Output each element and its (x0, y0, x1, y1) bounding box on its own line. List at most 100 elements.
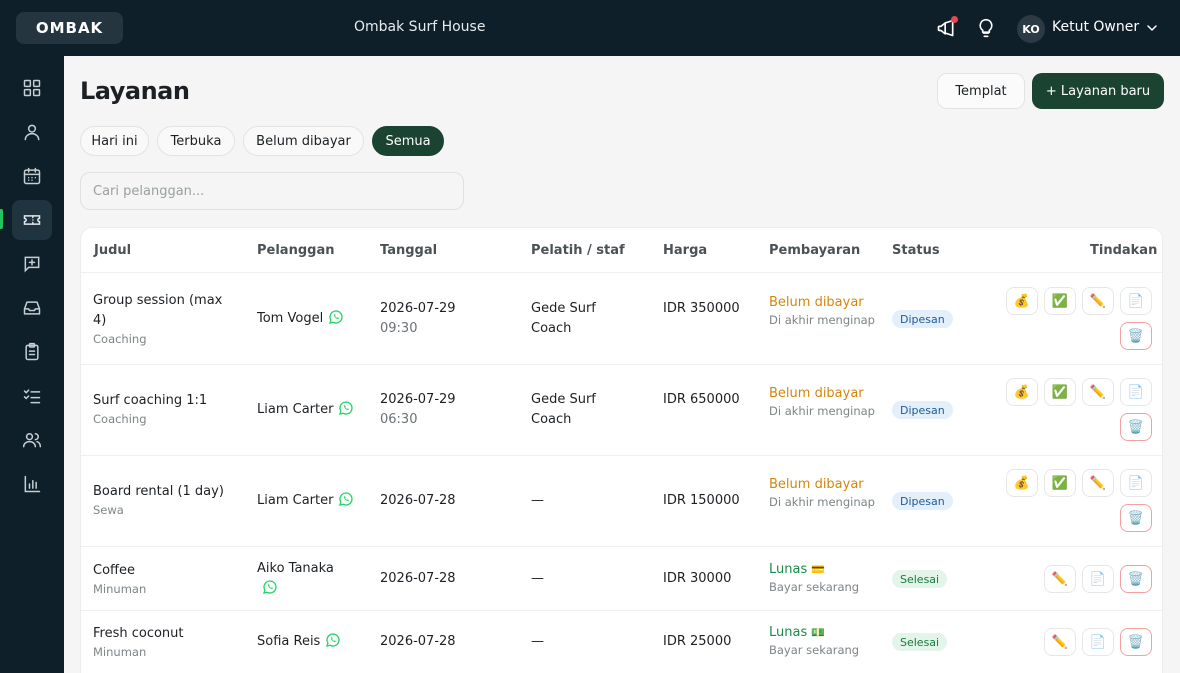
filter-all[interactable]: Semua (372, 126, 444, 156)
lightbulb-icon[interactable] (975, 17, 997, 39)
inbox-icon (23, 301, 41, 315)
nav-messages[interactable] (12, 244, 52, 284)
staff-cell: Gede Surf Coach (531, 301, 596, 336)
table-row[interactable]: Coffee Minuman Aiko Tanaka 2026-07-28 — … (81, 546, 1162, 610)
delete-button[interactable]: 🗑️ (1120, 322, 1152, 350)
nav-users[interactable] (12, 420, 52, 460)
column-header-title[interactable]: Judul (94, 243, 131, 258)
users-icon (22, 433, 42, 448)
table-row[interactable]: Surf coaching 1:1 Coaching Liam Carter 2… (81, 364, 1162, 455)
customer-name[interactable]: Tom Vogel (257, 311, 323, 326)
user-name[interactable]: Ketut Owner (1052, 19, 1139, 35)
complete-button[interactable]: ✅ (1044, 378, 1076, 406)
edit-button[interactable]: ✏️ (1082, 469, 1114, 497)
nav-services[interactable] (12, 200, 52, 240)
receipt-button[interactable]: 📄 (1120, 378, 1152, 406)
edit-button[interactable]: ✏️ (1082, 378, 1114, 406)
column-header-date[interactable]: Tanggal (380, 243, 437, 258)
edit-button[interactable]: ✏️ (1044, 565, 1076, 593)
date-cell: 2026-07-28 (380, 632, 456, 652)
whatsapp-icon[interactable] (328, 309, 344, 332)
edit-button[interactable]: ✏️ (1044, 628, 1076, 656)
customer-name[interactable]: Sofia Reis (257, 634, 320, 649)
nav-checklist[interactable] (12, 376, 52, 416)
column-header-status[interactable]: Status (892, 243, 940, 258)
payment-status: Belum dibayar (769, 477, 864, 492)
complete-button[interactable]: ✅ (1044, 469, 1076, 497)
search-input[interactable] (80, 172, 464, 210)
page-title: Layanan (80, 77, 190, 105)
charge-button[interactable]: 💰 (1006, 469, 1038, 497)
service-category: Sewa (93, 503, 124, 517)
service-title: Group session (max 4) Coaching (93, 291, 238, 347)
charge-button[interactable]: 💰 (1006, 378, 1038, 406)
delete-button[interactable]: 🗑️ (1120, 504, 1152, 532)
column-header-staff[interactable]: Pelatih / staf (531, 243, 625, 258)
payment-cell: Belum dibayar Di akhir menginap (769, 476, 879, 510)
customer-cell: Aiko Tanaka (257, 559, 357, 602)
delete-button[interactable]: 🗑️ (1120, 413, 1152, 441)
nav-calendar[interactable] (12, 156, 52, 196)
message-plus-icon (24, 256, 40, 273)
customer-name[interactable]: Liam Carter (257, 493, 333, 508)
complete-button[interactable]: ✅ (1044, 287, 1076, 315)
whatsapp-icon[interactable] (325, 632, 341, 655)
active-nav-marker (0, 209, 3, 229)
customer-cell: Liam Carter (257, 400, 354, 423)
service-category: Coaching (93, 332, 147, 346)
template-button[interactable]: Templat (937, 73, 1025, 109)
service-title-text: Board rental (1 day) (93, 484, 224, 499)
receipt-button[interactable]: 📄 (1120, 287, 1152, 315)
top-bar: OMBAK Ombak Surf House KO Ketut Owner (0, 0, 1180, 56)
charge-button[interactable]: 💰 (1006, 287, 1038, 315)
payment-status: Lunas 💳 (769, 562, 825, 577)
status-badge: Selesai (892, 633, 948, 651)
filter-unpaid[interactable]: Belum dibayar (243, 126, 364, 156)
filter-open[interactable]: Terbuka (157, 126, 235, 156)
table-row[interactable]: Board rental (1 day) Sewa Liam Carter 20… (81, 455, 1162, 546)
service-time: 06:30 (380, 412, 418, 427)
app-logo[interactable]: OMBAK (16, 12, 123, 44)
whatsapp-icon[interactable] (262, 579, 278, 602)
edit-button[interactable]: ✏️ (1082, 287, 1114, 315)
service-title: Fresh coconut Minuman (93, 624, 238, 660)
nav-clipboard[interactable] (12, 332, 52, 372)
service-category: Minuman (93, 645, 147, 659)
whatsapp-icon[interactable] (338, 400, 354, 423)
payment-note: Di akhir menginap (769, 495, 875, 509)
filter-today[interactable]: Hari ini (80, 126, 149, 156)
delete-button[interactable]: 🗑️ (1120, 628, 1152, 656)
column-header-price[interactable]: Harga (663, 243, 707, 258)
payment-cell: Belum dibayar Di akhir menginap (769, 294, 879, 328)
staff-cell: — (531, 493, 544, 508)
service-title-text: Surf coaching 1:1 (93, 393, 208, 408)
nav-reports[interactable] (12, 464, 52, 504)
receipt-button[interactable]: 📄 (1082, 565, 1114, 593)
chevron-down-icon[interactable] (1144, 20, 1160, 40)
nav-profile[interactable] (12, 112, 52, 152)
price-cell: IDR 150000 (663, 493, 740, 508)
new-service-button[interactable]: + Layanan baru (1032, 73, 1164, 109)
receipt-button[interactable]: 📄 (1120, 469, 1152, 497)
payment-cell: Belum dibayar Di akhir menginap (769, 385, 879, 419)
receipt-button[interactable]: 📄 (1082, 628, 1114, 656)
whatsapp-icon[interactable] (338, 491, 354, 514)
column-header-payment[interactable]: Pembayaran (769, 243, 860, 258)
service-date: 2026-07-29 (380, 392, 456, 407)
nav-dashboard[interactable] (12, 68, 52, 108)
service-date: 2026-07-28 (380, 493, 456, 508)
nav-inbox[interactable] (12, 288, 52, 328)
date-cell: 2026-07-28 (380, 569, 456, 589)
customer-name[interactable]: Aiko Tanaka (257, 559, 357, 579)
customer-name[interactable]: Liam Carter (257, 402, 333, 417)
price-cell: IDR 25000 (663, 634, 732, 649)
payment-status: Belum dibayar (769, 386, 864, 401)
column-header-customer[interactable]: Pelanggan (257, 243, 334, 258)
table-row[interactable]: Group session (max 4) Coaching Tom Vogel… (81, 272, 1162, 364)
business-name: Ombak Surf House (354, 19, 486, 35)
checklist-icon (23, 389, 41, 404)
table-row[interactable]: Fresh coconut Minuman Sofia Reis 2026-07… (81, 610, 1162, 673)
avatar[interactable]: KO (1017, 15, 1045, 43)
staff-cell: Gede Surf Coach (531, 392, 596, 427)
delete-button[interactable]: 🗑️ (1120, 565, 1152, 593)
